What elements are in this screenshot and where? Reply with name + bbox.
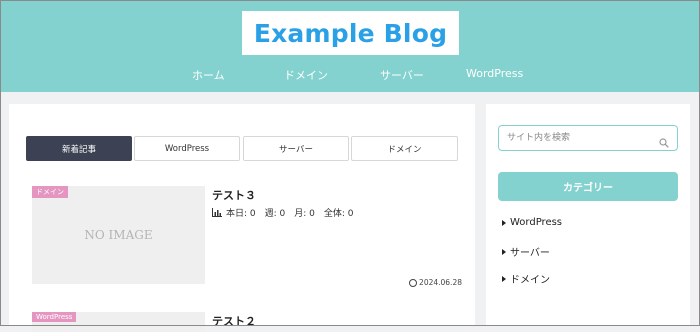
- category-badge: ドメイン: [32, 186, 68, 198]
- caret-right-icon: [502, 219, 506, 226]
- clock-icon: [409, 278, 418, 287]
- category-heading: カテゴリー: [498, 172, 678, 201]
- category-item-server[interactable]: サーバー: [502, 244, 550, 259]
- tab-domain[interactable]: ドメイン: [351, 136, 458, 161]
- main-content: 新着記事 WordPress サーバー ドメイン NO IMAGE ドメイン テ…: [9, 104, 475, 332]
- nav-item-wordpress[interactable]: WordPress: [466, 67, 523, 80]
- category-item-label[interactable]: サーバー: [510, 244, 550, 259]
- post-card[interactable]: WordPress テスト２: [32, 312, 462, 332]
- nav-item-domain[interactable]: ドメイン: [284, 67, 328, 83]
- category-item-domain[interactable]: ドメイン: [502, 271, 550, 286]
- site-logo[interactable]: Example Blog: [242, 11, 459, 55]
- site-header: Example Blog ホーム ドメイン サーバー WordPress: [1, 1, 699, 92]
- post-thumbnail[interactable]: WordPress: [32, 312, 205, 332]
- tab-server[interactable]: サーバー: [243, 136, 349, 161]
- search-box: [498, 125, 678, 151]
- category-badge: WordPress: [32, 312, 77, 322]
- tab-new-posts[interactable]: 新着記事: [26, 136, 132, 161]
- sidebar: カテゴリー WordPress サーバー ドメイン: [486, 104, 690, 326]
- caret-right-icon: [502, 248, 506, 255]
- caret-right-icon: [502, 275, 506, 282]
- nav-item-server[interactable]: サーバー: [380, 67, 424, 83]
- search-input[interactable]: [507, 126, 657, 150]
- search-icon[interactable]: [659, 133, 669, 148]
- post-title[interactable]: テスト３: [212, 187, 256, 203]
- site-logo-text[interactable]: Example Blog: [254, 19, 447, 48]
- category-item-label[interactable]: WordPress: [510, 217, 562, 228]
- bar-chart-icon: [212, 208, 222, 217]
- post-title[interactable]: テスト２: [212, 313, 256, 329]
- category-item-label[interactable]: ドメイン: [510, 271, 550, 286]
- post-date-text: 2024.06.28: [419, 278, 462, 287]
- post-tabs: 新着記事 WordPress サーバー ドメイン: [26, 136, 458, 163]
- category-item-wordpress[interactable]: WordPress: [502, 217, 562, 228]
- no-image-text: NO IMAGE: [84, 228, 153, 242]
- view-counts: 本日: 0 週: 0 月: 0 全体: 0: [212, 206, 353, 219]
- tab-wordpress[interactable]: WordPress: [134, 136, 240, 161]
- post-thumbnail[interactable]: NO IMAGE ドメイン: [32, 186, 205, 284]
- post-date: 2024.06.28: [409, 278, 462, 287]
- post-card[interactable]: NO IMAGE ドメイン テスト３ 本日: 0 週: 0 月: 0 全体: 0…: [32, 186, 462, 294]
- nav-item-home[interactable]: ホーム: [192, 67, 225, 83]
- view-counts-text: 本日: 0 週: 0 月: 0 全体: 0: [226, 209, 354, 219]
- global-nav: ホーム ドメイン サーバー WordPress: [1, 67, 699, 85]
